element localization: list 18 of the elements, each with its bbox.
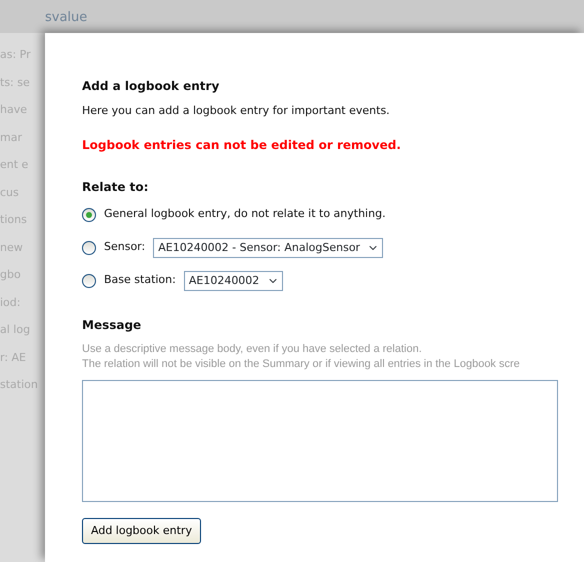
option-label: General logbook entry, do not relate it to anything.: [104, 206, 386, 222]
radio-button[interactable]: [82, 208, 96, 222]
section-heading: Message: [82, 316, 142, 334]
hint-text: Use a descriptive message body, even if you have selected a relation.: [82, 342, 423, 356]
warning-text: Logbook entries can not be edited or removed.: [82, 136, 402, 154]
radio-button[interactable]: [82, 240, 96, 254]
submit-button[interactable]: Add logbook entry: [82, 518, 201, 544]
description-text: Here you can add a logbook entry for important events.: [82, 103, 391, 119]
select-field[interactable]: AE10240002 - Sensor: AnalogSensor: [153, 238, 384, 258]
option-label: Sensor:: [104, 239, 146, 256]
select-field[interactable]: AE10240002: [184, 270, 283, 290]
message-field[interactable]: [82, 380, 558, 502]
section-heading: Relate to:: [82, 178, 150, 196]
hint-text: The relation will not be visible on the Summary or if viewing all entries in the Logbook scre: [82, 356, 521, 372]
dialog-title: Add a logbook entry: [82, 78, 220, 95]
background-text: svalue: [45, 10, 88, 25]
option-label: Base station:: [104, 272, 176, 288]
radio-button[interactable]: [82, 274, 96, 288]
